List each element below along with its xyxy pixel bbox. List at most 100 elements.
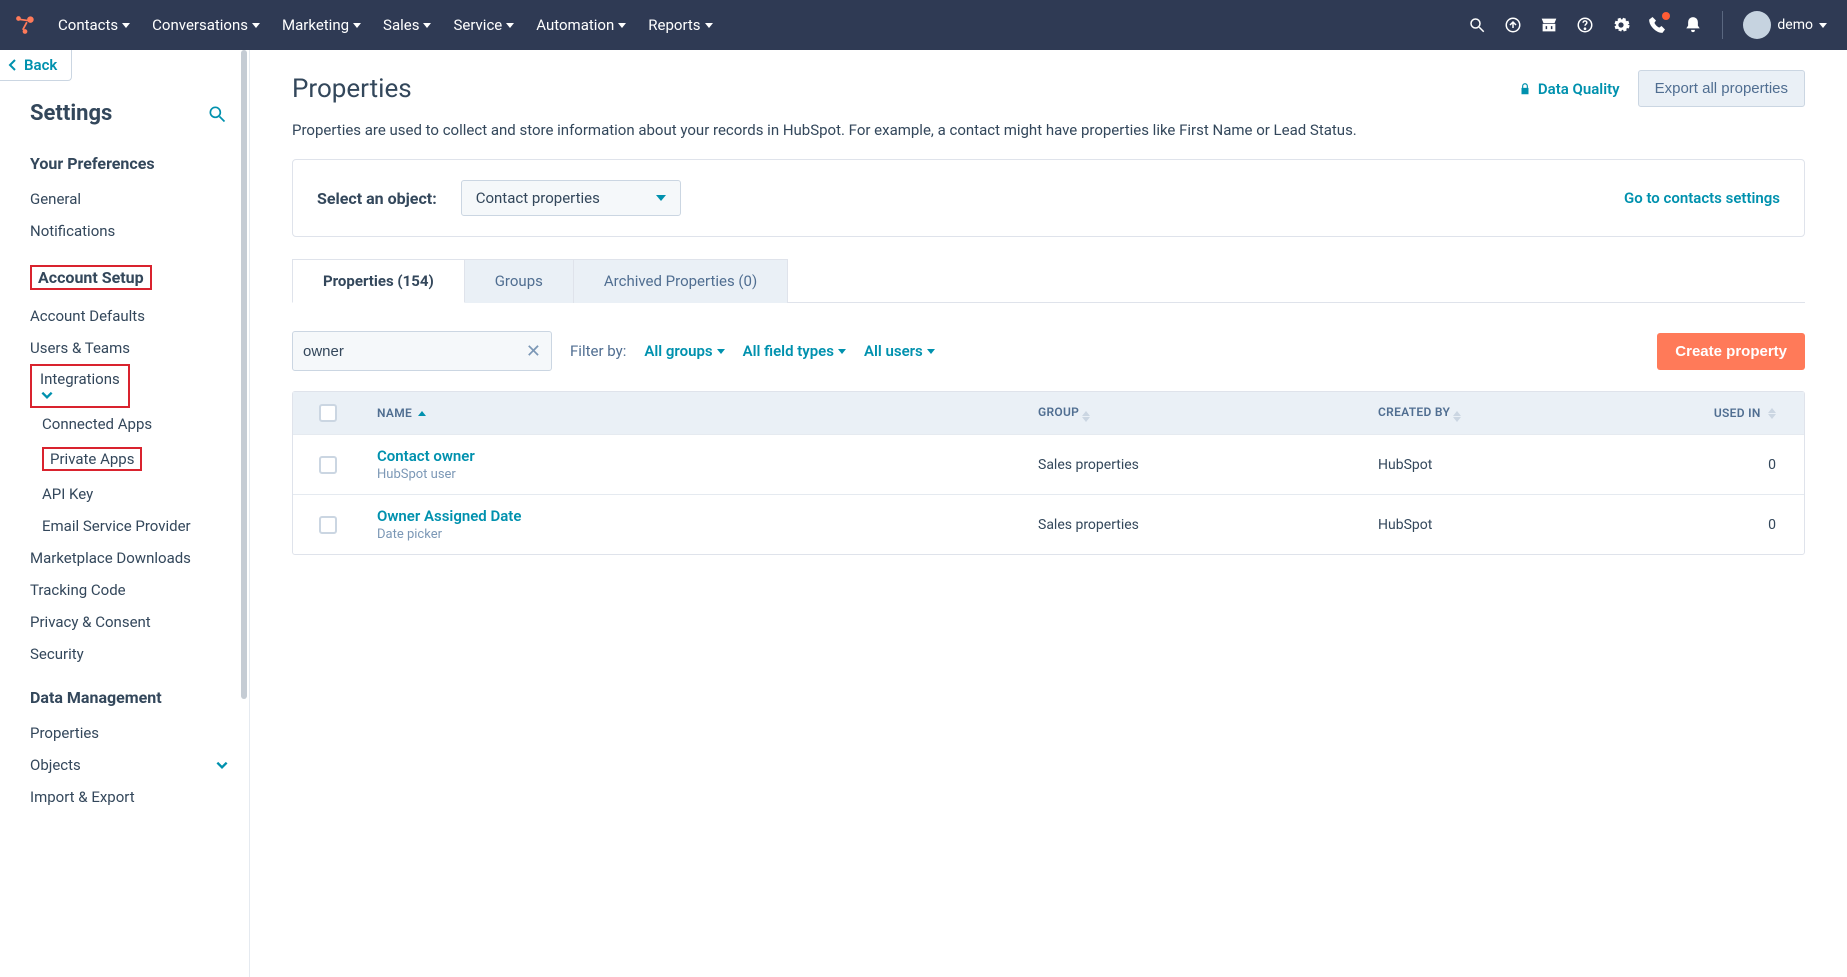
row-created-by: HubSpot bbox=[1364, 505, 1664, 545]
row-group: Sales properties bbox=[1024, 505, 1364, 545]
chevron-left-icon bbox=[8, 59, 18, 71]
col-name[interactable]: NAME bbox=[363, 394, 1024, 432]
scrollbar-track bbox=[241, 50, 249, 977]
chevron-down-icon bbox=[122, 23, 130, 28]
sort-icon bbox=[1082, 411, 1090, 422]
user-menu[interactable]: demo bbox=[1743, 11, 1827, 39]
search-icon[interactable] bbox=[1468, 16, 1486, 34]
sidebar-item-import-export[interactable]: Import & Export bbox=[30, 781, 249, 813]
property-name-link[interactable]: Owner Assigned Date bbox=[377, 507, 521, 525]
tabs: Properties (154) Groups Archived Propert… bbox=[292, 259, 1805, 303]
sidebar-item-users-teams[interactable]: Users & Teams bbox=[30, 332, 249, 364]
page-title: Properties bbox=[292, 74, 412, 104]
sidebar-item-account-defaults[interactable]: Account Defaults bbox=[30, 300, 249, 332]
export-all-button[interactable]: Export all properties bbox=[1638, 70, 1805, 107]
chevron-down-icon bbox=[423, 23, 431, 28]
top-nav: Contacts Conversations Marketing Sales S… bbox=[0, 0, 1847, 50]
help-icon[interactable] bbox=[1576, 16, 1594, 34]
search-input-wrapper: ✕ bbox=[292, 331, 552, 371]
chevron-down-icon bbox=[927, 349, 935, 354]
select-all-checkbox[interactable] bbox=[319, 404, 337, 422]
row-group: Sales properties bbox=[1024, 445, 1364, 485]
tab-properties[interactable]: Properties (154) bbox=[292, 259, 465, 303]
chevron-down-icon bbox=[215, 758, 229, 772]
col-created-by[interactable]: CREATED BY bbox=[1364, 393, 1664, 434]
nav-conversations[interactable]: Conversations bbox=[152, 10, 260, 40]
sort-asc-icon bbox=[418, 411, 426, 416]
sidebar-item-connected-apps[interactable]: Connected Apps bbox=[30, 408, 249, 440]
select-object-panel: Select an object: Contact properties Go … bbox=[292, 159, 1805, 237]
sidebar-item-marketplace-downloads[interactable]: Marketplace Downloads bbox=[30, 542, 249, 574]
row-used-in: 0 bbox=[1664, 505, 1804, 545]
sidebar: Back Settings Your Preferences General N… bbox=[0, 50, 250, 977]
row-checkbox[interactable] bbox=[319, 456, 337, 474]
nav-contacts[interactable]: Contacts bbox=[58, 10, 130, 40]
settings-title: Settings bbox=[30, 101, 112, 126]
chevron-down-icon bbox=[656, 195, 666, 201]
go-to-contacts-settings-link[interactable]: Go to contacts settings bbox=[1624, 189, 1780, 207]
chevron-down-icon bbox=[717, 349, 725, 354]
sidebar-item-security[interactable]: Security bbox=[30, 638, 249, 670]
marketplace-icon[interactable] bbox=[1540, 16, 1558, 34]
search-icon[interactable] bbox=[207, 104, 227, 124]
nav-right: demo bbox=[1468, 11, 1827, 39]
search-input[interactable] bbox=[303, 343, 526, 360]
upgrade-icon[interactable] bbox=[1504, 16, 1522, 34]
sidebar-item-tracking-code[interactable]: Tracking Code bbox=[30, 574, 249, 606]
row-used-in: 0 bbox=[1664, 445, 1804, 485]
sidebar-section-preferences: Your Preferences General Notifications bbox=[0, 136, 249, 247]
sidebar-item-general[interactable]: General bbox=[30, 183, 249, 215]
scrollbar-thumb[interactable] bbox=[241, 50, 247, 699]
tab-groups[interactable]: Groups bbox=[465, 259, 574, 303]
clear-search-icon[interactable]: ✕ bbox=[526, 341, 541, 362]
chevron-down-icon bbox=[506, 23, 514, 28]
integrations-submenu: Connected Apps Private Apps API Key Emai… bbox=[30, 408, 249, 542]
object-select[interactable]: Contact properties bbox=[461, 180, 681, 216]
nav-divider bbox=[1722, 11, 1723, 39]
col-used-in[interactable]: USED IN bbox=[1664, 394, 1804, 432]
sidebar-section-data-management: Data Management Properties Objects Impor… bbox=[0, 670, 249, 813]
filter-users[interactable]: All users bbox=[864, 342, 935, 360]
gear-icon[interactable] bbox=[1612, 16, 1630, 34]
row-checkbox[interactable] bbox=[319, 516, 337, 534]
chevron-down-icon bbox=[618, 23, 626, 28]
sidebar-item-properties[interactable]: Properties bbox=[30, 717, 249, 749]
chevron-down-icon bbox=[705, 23, 713, 28]
sidebar-item-email-service-provider[interactable]: Email Service Provider bbox=[30, 510, 249, 542]
section-title: Data Management bbox=[30, 688, 249, 707]
page-subtext: Properties are used to collect and store… bbox=[292, 121, 1805, 139]
main-content: Properties Data Quality Export all prope… bbox=[250, 50, 1847, 977]
col-group[interactable]: GROUP bbox=[1024, 393, 1364, 434]
chevron-down-icon bbox=[252, 23, 260, 28]
user-label: demo bbox=[1777, 17, 1813, 33]
chevron-down-icon bbox=[40, 388, 54, 402]
phone-icon[interactable] bbox=[1648, 16, 1666, 34]
sidebar-item-api-key[interactable]: API Key bbox=[30, 478, 249, 510]
sidebar-item-notifications[interactable]: Notifications bbox=[30, 215, 249, 247]
bell-icon[interactable] bbox=[1684, 16, 1702, 34]
select-object-label: Select an object: bbox=[317, 189, 437, 208]
section-title-account-setup: Account Setup bbox=[30, 265, 152, 290]
nav-automation[interactable]: Automation bbox=[536, 10, 626, 40]
nav-sales[interactable]: Sales bbox=[383, 10, 431, 40]
sidebar-item-objects[interactable]: Objects bbox=[30, 749, 249, 781]
filter-groups[interactable]: All groups bbox=[644, 342, 724, 360]
nav-service[interactable]: Service bbox=[453, 10, 514, 40]
notification-dot-icon bbox=[1662, 12, 1670, 20]
create-property-button[interactable]: Create property bbox=[1657, 333, 1805, 370]
nav-marketing[interactable]: Marketing bbox=[282, 10, 361, 40]
property-name-link[interactable]: Contact owner bbox=[377, 447, 475, 465]
nav-reports[interactable]: Reports bbox=[648, 10, 712, 40]
tab-archived[interactable]: Archived Properties (0) bbox=[574, 259, 788, 303]
back-button[interactable]: Back bbox=[0, 50, 72, 81]
filter-by-label: Filter by: bbox=[570, 342, 626, 360]
sidebar-item-private-apps[interactable]: Private Apps bbox=[30, 440, 249, 478]
hubspot-logo-icon[interactable] bbox=[10, 10, 40, 40]
section-title: Your Preferences bbox=[30, 154, 249, 173]
data-quality-link[interactable]: Data Quality bbox=[1518, 80, 1620, 98]
table-row: Contact owner HubSpot user Sales propert… bbox=[293, 434, 1804, 494]
filter-field-types[interactable]: All field types bbox=[743, 342, 846, 360]
sidebar-item-integrations[interactable]: Integrations bbox=[30, 364, 130, 408]
chevron-down-icon bbox=[838, 349, 846, 354]
sidebar-item-privacy-consent[interactable]: Privacy & Consent bbox=[30, 606, 249, 638]
